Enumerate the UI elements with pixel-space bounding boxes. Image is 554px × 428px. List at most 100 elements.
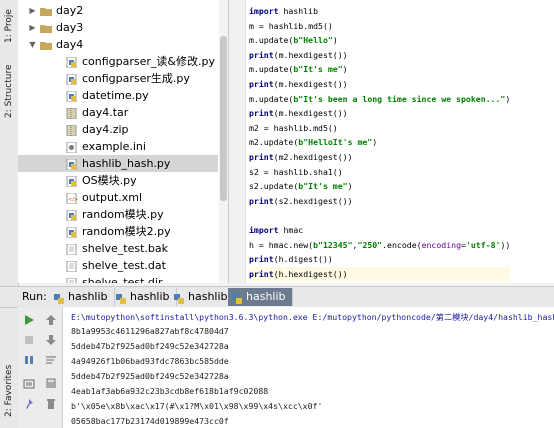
tree-item-label: day3 [56, 21, 84, 34]
project-tree: ▶ day2 ▶ day3 ▼ day4 configparser_读&修改.pyconfi… [18, 0, 229, 283]
python-icon [174, 292, 185, 304]
tree-item[interactable]: ▶ day3 [18, 19, 218, 36]
run-tab-label: hashlib [68, 290, 108, 303]
rerun-icon[interactable] [22, 313, 36, 327]
code-line[interactable]: print(s2.hexdigest()) [249, 194, 510, 209]
code-line[interactable]: import hmac [249, 223, 510, 238]
project-tab-label: 1: Proje [4, 9, 14, 43]
archive-file-icon [66, 107, 78, 120]
stop-icon[interactable] [22, 333, 36, 347]
code-line[interactable]: s2.update(b"It's me") [249, 179, 510, 194]
expand-arrow-icon[interactable]: ▼ [28, 36, 37, 53]
code-line[interactable]: h = hmac.new(b"12345","250".encode(encod… [249, 238, 510, 253]
tree-item[interactable]: configparser_读&修改.py [18, 53, 218, 70]
code-line[interactable]: m.update(b"Hello") [249, 33, 510, 48]
run-console[interactable]: E:\mutopython\softinstall\python3.6.3\py… [63, 307, 554, 428]
pause-icon[interactable] [22, 353, 36, 367]
tree-item[interactable]: configparser生成.py [18, 70, 218, 87]
tree-item-label: random模块.py [82, 208, 164, 221]
svg-text:</>: </> [68, 197, 78, 203]
code-area[interactable]: import hashlib m = hashlib.md5() m.update(… [249, 4, 511, 282]
run-toolbar-secondary [40, 307, 63, 428]
favorites-tool-tab[interactable]: 2: Favorites [1, 360, 17, 422]
python-icon [116, 292, 127, 304]
tree-item-label: day2 [56, 4, 84, 17]
tree-item[interactable]: day4.zip [18, 121, 218, 138]
structure-tool-tab[interactable]: 2: Structure [1, 60, 17, 122]
structure-tab-label: 2: Structure [4, 64, 14, 118]
collapse-arrow-icon[interactable]: ▶ [28, 2, 37, 19]
tree-item[interactable]: ▶ day2 [18, 2, 218, 19]
code-line[interactable]: m2 = hashlib.md5() [249, 121, 510, 136]
tree-item-label: configparser生成.py [82, 72, 190, 85]
python-file-icon [66, 175, 78, 188]
pin-icon[interactable] [22, 397, 36, 411]
console-output-line: 4eab1af3ab6a932c23b3cdb8ef618b1af9c02088 [71, 386, 269, 396]
console-output-line: b'\x05e\x8b\xac\x17(#\x1?M\x01\x98\x99\x… [71, 401, 323, 411]
project-tool-tab[interactable]: 1: Proje [1, 4, 17, 48]
soft-wrap-icon[interactable] [44, 353, 58, 367]
tree-item[interactable]: shelve_test.dir [18, 274, 218, 283]
run-tab-label: hashlib [188, 290, 228, 303]
console-output-line: 5ddeb47b2f925ad0bf249c52e342728a [71, 371, 229, 381]
tree-item-label: day4.zip [82, 123, 129, 136]
tree-item-label: random模块2.py [82, 225, 171, 238]
tree-item[interactable]: day4.tar [18, 104, 218, 121]
run-tab-bar: Run: hashlib hashlib hashlib hashlib [0, 286, 554, 308]
tree-item[interactable]: ▼ day4 [18, 36, 218, 53]
text-file-icon [66, 260, 78, 273]
console-output-line: 8b1a9953c4611296a827abf8c47804d7 [71, 326, 229, 336]
python-file-icon [66, 209, 78, 222]
tree-item[interactable]: datetime.py [18, 87, 218, 104]
code-line[interactable]: import hashlib [249, 4, 510, 19]
python-icon [232, 292, 243, 304]
arrow-up-icon[interactable] [44, 313, 58, 327]
tree-item[interactable]: shelve_test.dat [18, 257, 218, 274]
tree-scrollbar-thumb[interactable] [220, 36, 227, 201]
code-line[interactable]: print(h.digest()) [249, 252, 510, 267]
tree-item[interactable]: </> output.xml [18, 189, 218, 206]
text-file-icon [66, 243, 78, 256]
tree-item[interactable]: random模块.py [18, 206, 218, 223]
left-tool-strip: 1: Proje 2: Structure 2: Favorites [0, 0, 19, 428]
dump-threads-icon[interactable] [22, 377, 36, 391]
tree-scrollbar[interactable] [219, 0, 228, 283]
console-output-line: 4a94926f1b06bad93fdc7863bc585dde [71, 356, 229, 366]
xml-file-icon: </> [66, 192, 78, 205]
collapse-arrow-icon[interactable]: ▶ [28, 19, 37, 36]
code-line[interactable]: m2.update(b"HelloIt's me") [249, 135, 510, 150]
run-tab-label: hashlib [246, 290, 286, 303]
code-line[interactable] [249, 208, 510, 223]
tree-item-label: shelve_test.dat [82, 259, 166, 272]
code-editor[interactable]: import hashlib m = hashlib.md5() m.update(… [229, 0, 554, 283]
python-file-icon [66, 90, 78, 103]
code-line[interactable]: m.update(b"It's me") [249, 62, 510, 77]
code-line[interactable]: print(m2.hexdigest()) [249, 150, 510, 165]
tree-item[interactable]: shelve_test.bak [18, 240, 218, 257]
tree-item[interactable]: random模块2.py [18, 223, 218, 240]
delete-icon[interactable] [44, 397, 58, 411]
tree-item-label: shelve_test.bak [82, 242, 169, 255]
tree-item-label: configparser_读&修改.py [82, 55, 215, 68]
tree-item-label: example.ini [82, 140, 146, 153]
tree-item[interactable]: OS模块.py [18, 172, 218, 189]
tree-item[interactable]: example.ini [18, 138, 218, 155]
run-tab-3[interactable]: hashlib [170, 288, 235, 306]
print-icon[interactable] [44, 377, 58, 391]
code-line[interactable]: print(m.hexdigest()) [249, 77, 510, 92]
code-line[interactable]: print(m.hexdigest()) [249, 48, 510, 63]
run-tab-1[interactable]: hashlib [50, 288, 115, 306]
code-line[interactable]: print(h.hexdigest()) [249, 266, 511, 282]
code-line[interactable]: print(m.hexdigest()) [249, 106, 510, 121]
run-tab-2[interactable]: hashlib [112, 288, 177, 306]
tree-item[interactable]: hashlib_hash.py [18, 155, 218, 172]
run-toolbar-primary [18, 307, 41, 428]
editor-gutter [229, 0, 246, 283]
code-line[interactable]: m = hashlib.md5() [249, 19, 510, 34]
run-tab-4[interactable]: hashlib [228, 288, 293, 306]
arrow-down-icon[interactable] [44, 333, 58, 347]
text-file-icon [66, 277, 78, 283]
code-line[interactable]: s2 = hashlib.sha1() [249, 165, 510, 180]
code-line[interactable]: m.update(b"It's been a long time since w… [249, 92, 510, 107]
tree-item-label: day4 [56, 38, 84, 51]
